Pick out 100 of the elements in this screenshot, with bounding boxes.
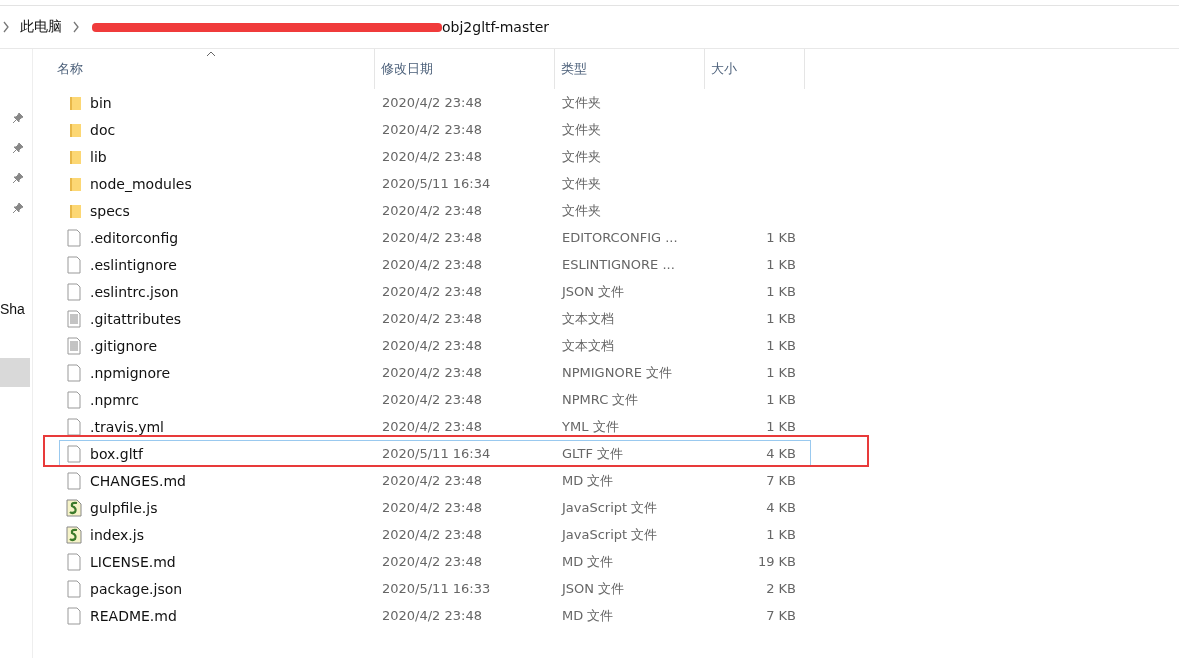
file-size: 1 KB bbox=[766, 338, 796, 353]
file-name[interactable]: .travis.yml bbox=[90, 418, 164, 435]
pin-icon[interactable] bbox=[12, 142, 24, 154]
file-name[interactable]: package.json bbox=[90, 580, 183, 597]
file-size: 7 KB bbox=[766, 608, 796, 623]
file-row[interactable]: LICENSE.md 2020/4/2 23:48 MD 文件 19 KB bbox=[59, 548, 811, 575]
modified-date: 2020/5/11 16:34 bbox=[382, 446, 491, 461]
modified-date: 2020/5/11 16:34 bbox=[382, 176, 491, 191]
file-icon bbox=[66, 363, 82, 382]
modified-date: 2020/4/2 23:48 bbox=[382, 608, 482, 623]
modified-date: 2020/4/2 23:48 bbox=[382, 203, 482, 218]
file-name[interactable]: .npmrc bbox=[90, 391, 139, 408]
file-row[interactable]: package.json 2020/5/11 16:33 JSON 文件 2 KB bbox=[59, 575, 811, 602]
modified-date: 2020/4/2 23:48 bbox=[382, 500, 482, 515]
file-type: JavaScript 文件 bbox=[562, 498, 658, 517]
file-name[interactable]: .gitattributes bbox=[90, 310, 182, 327]
file-name[interactable]: lib bbox=[90, 148, 107, 165]
nav-selection bbox=[0, 358, 30, 387]
file-row[interactable]: README.md 2020/4/2 23:48 MD 文件 7 KB bbox=[59, 602, 811, 629]
file-row[interactable]: .eslintignore 2020/4/2 23:48 ESLINTIGNORE ... 1 KB bbox=[59, 251, 811, 278]
file-type: MD 文件 bbox=[562, 552, 614, 571]
file-name[interactable]: .eslintignore bbox=[90, 256, 177, 273]
file-size: 1 KB bbox=[766, 527, 796, 542]
file-name[interactable]: node_modules bbox=[90, 175, 192, 192]
column-header[interactable]: 类型 bbox=[555, 49, 705, 89]
file-row[interactable]: node_modules 2020/5/11 16:34 文件夹 bbox=[59, 170, 811, 197]
pin-icon[interactable] bbox=[12, 172, 24, 184]
file-row[interactable]: specs 2020/4/2 23:48 文件夹 bbox=[59, 197, 811, 224]
pin-icon[interactable] bbox=[12, 112, 24, 124]
file-row[interactable]: doc 2020/4/2 23:48 文件夹 bbox=[59, 116, 811, 143]
nav-item[interactable]: Sha bbox=[0, 301, 25, 317]
file-icon bbox=[66, 390, 82, 409]
file-size: 1 KB bbox=[766, 311, 796, 326]
file-row[interactable]: .editorconfig 2020/4/2 23:48 EDITORCONFIG ... 1 KB bbox=[59, 224, 811, 251]
file-name[interactable]: bin bbox=[90, 94, 112, 111]
file-row[interactable]: gulpfile.js 2020/4/2 23:48 JavaScript 文件 4 KB bbox=[59, 494, 811, 521]
modified-date: 2020/4/2 23:48 bbox=[382, 554, 482, 569]
script-file-icon bbox=[66, 498, 82, 517]
pin-icon[interactable] bbox=[12, 202, 24, 214]
file-icon bbox=[66, 579, 82, 598]
file-row[interactable]: CHANGES.md 2020/4/2 23:48 MD 文件 7 KB bbox=[59, 467, 811, 494]
modified-date: 2020/4/2 23:48 bbox=[382, 230, 482, 245]
file-type: ESLINTIGNORE ... bbox=[562, 257, 675, 272]
file-name[interactable]: box.gltf bbox=[90, 445, 143, 462]
file-size: 1 KB bbox=[766, 230, 796, 245]
text-file-icon bbox=[66, 336, 82, 355]
file-row[interactable]: lib 2020/4/2 23:48 文件夹 bbox=[59, 143, 811, 170]
file-type: MD 文件 bbox=[562, 606, 614, 625]
file-row[interactable]: .npmignore 2020/4/2 23:48 NPMIGNORE 文件 1 KB bbox=[59, 359, 811, 386]
file-icon bbox=[66, 417, 82, 436]
file-size: 1 KB bbox=[766, 284, 796, 299]
modified-date: 2020/4/2 23:48 bbox=[382, 149, 482, 164]
file-type: YML 文件 bbox=[562, 417, 619, 436]
breadcrumb-item[interactable]: obj2gltf-master bbox=[442, 19, 550, 35]
file-icon bbox=[66, 471, 82, 490]
file-name[interactable]: specs bbox=[90, 202, 130, 219]
file-type: 文件夹 bbox=[562, 174, 601, 193]
script-file-icon bbox=[66, 525, 82, 544]
file-icon bbox=[66, 255, 82, 274]
file-size: 4 KB bbox=[766, 446, 796, 461]
file-name[interactable]: doc bbox=[90, 121, 116, 138]
file-name[interactable]: index.js bbox=[90, 526, 144, 543]
file-name[interactable]: .editorconfig bbox=[90, 229, 179, 246]
file-size: 1 KB bbox=[766, 419, 796, 434]
modified-date: 2020/4/2 23:48 bbox=[382, 338, 482, 353]
file-size: 1 KB bbox=[766, 365, 796, 380]
file-name[interactable]: .eslintrc.json bbox=[90, 283, 179, 300]
file-row[interactable]: index.js 2020/4/2 23:48 JavaScript 文件 1 KB bbox=[59, 521, 811, 548]
modified-date: 2020/4/2 23:48 bbox=[382, 122, 482, 137]
file-row[interactable]: bin 2020/4/2 23:48 文件夹 bbox=[59, 89, 811, 116]
column-header[interactable]: 名称 bbox=[53, 49, 375, 89]
chevron-icon[interactable] bbox=[2, 21, 10, 33]
file-name[interactable]: LICENSE.md bbox=[90, 553, 176, 570]
file-name[interactable]: CHANGES.md bbox=[90, 472, 186, 489]
modified-date: 2020/4/2 23:48 bbox=[382, 257, 482, 272]
file-icon bbox=[66, 282, 82, 301]
file-type: 文件夹 bbox=[562, 147, 601, 166]
file-row[interactable]: .eslintrc.json 2020/4/2 23:48 JSON 文件 1 KB bbox=[59, 278, 811, 305]
file-row[interactable]: .gitattributes 2020/4/2 23:48 文本文档 1 KB bbox=[59, 305, 811, 332]
file-name[interactable]: .npmignore bbox=[90, 364, 171, 381]
modified-date: 2020/4/2 23:48 bbox=[382, 527, 482, 542]
chevron-icon[interactable] bbox=[72, 21, 80, 33]
file-row[interactable]: .travis.yml 2020/4/2 23:48 YML 文件 1 KB bbox=[59, 413, 811, 440]
file-icon bbox=[66, 552, 82, 571]
file-type: NPMIGNORE 文件 bbox=[562, 363, 673, 382]
breadcrumb-item[interactable]: 此电脑 bbox=[20, 18, 62, 36]
column-header[interactable]: 大小 bbox=[705, 49, 805, 89]
file-name[interactable]: README.md bbox=[90, 607, 177, 624]
file-row[interactable]: box.gltf 2020/5/11 16:34 GLTF 文件 4 KB bbox=[59, 440, 811, 467]
file-size: 19 KB bbox=[757, 554, 796, 569]
file-name[interactable]: gulpfile.js bbox=[90, 499, 158, 516]
column-header[interactable]: 修改日期 bbox=[375, 49, 555, 89]
file-type: JSON 文件 bbox=[562, 282, 625, 301]
file-type: 文件夹 bbox=[562, 120, 601, 139]
file-row[interactable]: .npmrc 2020/4/2 23:48 NPMRC 文件 1 KB bbox=[59, 386, 811, 413]
file-icon bbox=[66, 606, 82, 625]
modified-date: 2020/5/11 16:33 bbox=[382, 581, 491, 596]
file-row[interactable]: .gitignore 2020/4/2 23:48 文本文档 1 KB bbox=[59, 332, 811, 359]
file-name[interactable]: .gitignore bbox=[90, 337, 157, 354]
file-type: JSON 文件 bbox=[562, 579, 625, 598]
